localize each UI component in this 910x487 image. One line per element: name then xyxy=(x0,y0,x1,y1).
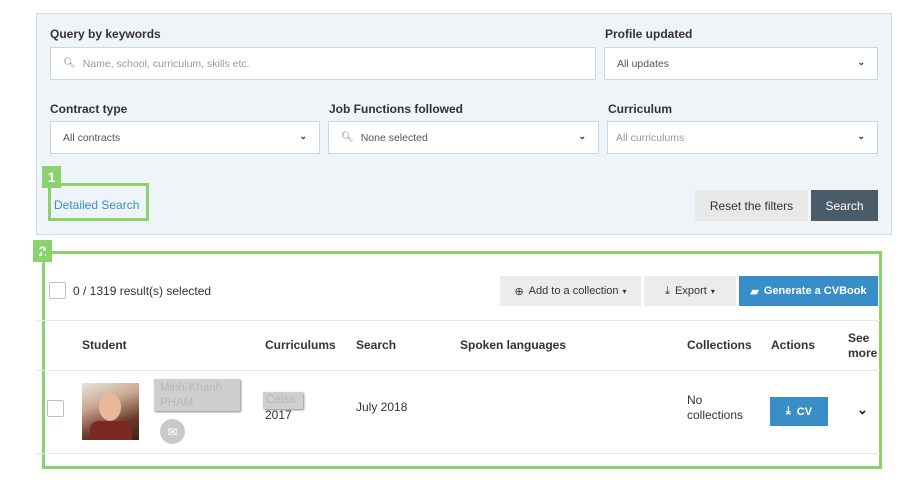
job-functions-value: None selected xyxy=(360,131,428,144)
add-to-collection-button[interactable]: ⊕ Add to a collection ▾ xyxy=(500,276,641,306)
chevron-down-icon: ⌄ xyxy=(857,131,865,141)
envelope-icon[interactable]: ✉ xyxy=(160,419,185,444)
col-collections: Collections xyxy=(687,338,752,352)
select-all-checkbox[interactable] xyxy=(49,282,66,299)
detailed-search-link[interactable]: Detailed Search xyxy=(54,198,139,212)
row-checkbox[interactable] xyxy=(47,400,64,417)
export-button[interactable]: ⤓ Export ▾ xyxy=(644,276,736,306)
keyword-search-input[interactable]: 🔍︎ Name, school, curriculum, skills etc. xyxy=(50,47,596,80)
curriculum-year: 2017 xyxy=(265,408,292,422)
profile-updated-value: All updates xyxy=(617,57,669,70)
chevron-down-icon[interactable]: ⌄ xyxy=(857,402,868,418)
caret-down-icon: ▾ xyxy=(622,286,627,296)
add-to-collection-label: Add to a collection xyxy=(528,285,619,297)
col-see-more: See more xyxy=(848,331,878,360)
col-search: Search xyxy=(356,338,397,352)
curriculum-select[interactable]: All curriculums ⌄ xyxy=(607,121,878,154)
plus-circle-icon: ⊕ xyxy=(514,285,524,298)
search-icon: 🔍︎ xyxy=(341,132,354,143)
curriculum-tag: Celsa xyxy=(263,392,303,409)
search-icon: 🔍︎ xyxy=(63,58,76,69)
profile-updated-label: Profile updated xyxy=(605,27,693,41)
contract-type-label: Contract type xyxy=(50,102,128,116)
reset-filters-button[interactable]: Reset the filters xyxy=(695,190,808,221)
chevron-down-icon: ⌄ xyxy=(299,131,307,141)
caret-down-icon: ▾ xyxy=(710,286,715,296)
contract-type-select[interactable]: All contracts ⌄ xyxy=(50,121,320,154)
job-functions-select[interactable]: 🔍︎ None selected ⌄ xyxy=(328,121,599,154)
download-icon: ⤓ xyxy=(665,284,671,297)
download-cv-button[interactable]: ⤓ CV xyxy=(770,397,828,426)
student-avatar xyxy=(82,383,139,440)
curriculum-label: Curriculum xyxy=(608,102,673,116)
book-icon: ▰ xyxy=(750,285,759,298)
search-button[interactable]: Search xyxy=(811,190,878,221)
contract-type-value: All contracts xyxy=(63,131,121,144)
curriculum-value: All curriculums xyxy=(616,131,685,144)
query-label: Query by keywords xyxy=(50,27,161,41)
chevron-down-icon: ⌄ xyxy=(857,57,865,67)
download-icon: ⤓ xyxy=(785,405,791,417)
selected-count: 0 / 1319 result(s) selected xyxy=(73,284,212,298)
divider xyxy=(36,453,880,454)
generate-cvbook-label: Generate a CVBook xyxy=(763,285,867,297)
col-spoken-languages: Spoken languages xyxy=(460,338,567,352)
profile-updated-select[interactable]: All updates ⌄ xyxy=(604,47,878,80)
divider xyxy=(36,370,880,371)
col-actions: Actions xyxy=(771,338,816,352)
search-date: July 2018 xyxy=(356,400,408,414)
export-label: Export xyxy=(675,285,707,297)
collections-value: No collections xyxy=(687,393,744,422)
keyword-search-placeholder: Name, school, curriculum, skills etc. xyxy=(82,57,250,70)
cv-button-label: CV xyxy=(796,405,813,418)
col-student: Student xyxy=(82,338,127,352)
student-last-name: PHAM xyxy=(160,397,194,409)
student-first-name: Minh-Khanh xyxy=(160,382,223,394)
student-name[interactable]: Minh-Khanh PHAM xyxy=(154,379,240,411)
job-functions-label: Job Functions followed xyxy=(329,102,463,116)
col-curriculums: Curriculums xyxy=(265,338,336,352)
chevron-down-icon: ⌄ xyxy=(578,131,586,141)
generate-cvbook-button[interactable]: ▰ Generate a CVBook xyxy=(739,276,878,306)
divider xyxy=(36,320,880,321)
